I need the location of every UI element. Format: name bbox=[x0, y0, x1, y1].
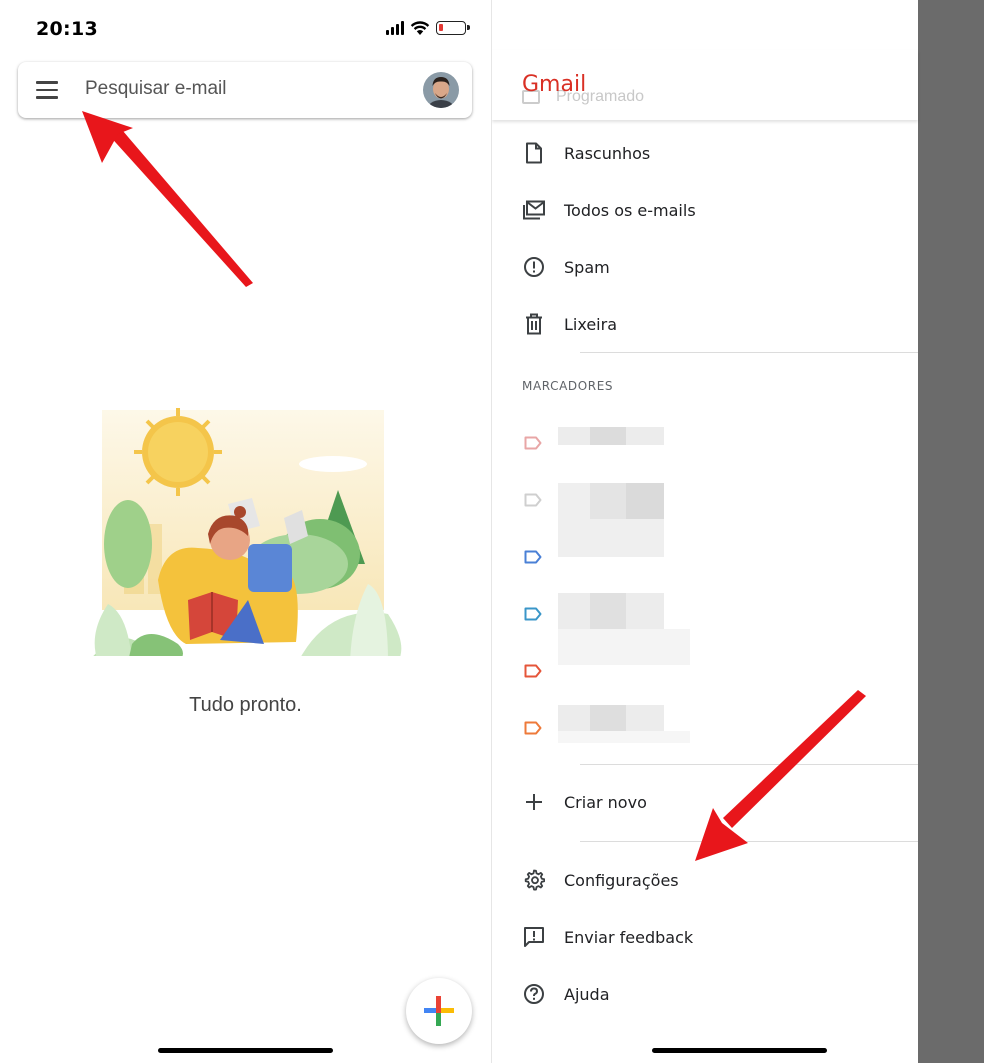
label-item[interactable] bbox=[492, 591, 918, 665]
gmail-logo: Gmail bbox=[522, 72, 587, 97]
drawer-divider bbox=[580, 764, 918, 765]
drawer-item-all-mail[interactable]: Todos os e-mails bbox=[492, 186, 918, 234]
cellular-signal-icon bbox=[386, 21, 404, 35]
label-item[interactable] bbox=[492, 705, 918, 751]
drawer-item-create-new[interactable]: Criar novo bbox=[492, 778, 918, 826]
compose-plus-icon bbox=[424, 996, 454, 1026]
empty-inbox-message: Tudo pronto. bbox=[189, 694, 302, 716]
drawer-item-settings[interactable]: Configurações bbox=[492, 856, 918, 904]
search-bar[interactable]: Pesquisar e-mail bbox=[18, 62, 472, 118]
label-item[interactable] bbox=[492, 648, 918, 694]
spam-icon bbox=[521, 254, 547, 280]
drawer-item-send-feedback[interactable]: Enviar feedback bbox=[492, 913, 918, 961]
label-item[interactable] bbox=[492, 477, 918, 557]
home-indicator bbox=[652, 1048, 827, 1053]
label-tag-icon bbox=[524, 436, 542, 450]
drawer-scrim[interactable] bbox=[918, 0, 984, 1063]
drawer-item-help[interactable]: Ajuda bbox=[492, 970, 918, 1018]
drawer-item-trash[interactable]: Lixeira bbox=[492, 300, 918, 348]
wifi-icon bbox=[410, 20, 430, 35]
menu-icon[interactable] bbox=[36, 78, 64, 102]
label-item[interactable] bbox=[492, 534, 918, 580]
status-icons bbox=[386, 18, 470, 38]
label-tag-icon bbox=[524, 493, 542, 507]
labels-section-title: MARCADORES bbox=[522, 379, 614, 393]
all-mail-icon bbox=[521, 197, 547, 223]
inbox-screen: 20:13 Pesquisar e-mail Tudo pronto. bbox=[0, 0, 491, 1063]
compose-button[interactable] bbox=[406, 978, 472, 1044]
drawer-divider bbox=[580, 841, 918, 842]
label-tag-icon bbox=[524, 664, 542, 678]
drawer-item-drafts[interactable]: Rascunhos bbox=[492, 129, 918, 177]
plus-icon bbox=[521, 789, 547, 815]
label-tag-icon bbox=[524, 721, 542, 735]
drawer-divider bbox=[580, 352, 918, 353]
label-tag-icon bbox=[524, 607, 542, 621]
feedback-icon bbox=[521, 924, 547, 950]
empty-inbox-illustration bbox=[88, 408, 408, 666]
status-time: 20:13 bbox=[36, 18, 98, 40]
account-avatar[interactable] bbox=[423, 72, 459, 108]
drawer-header: Programado Gmail bbox=[492, 50, 918, 120]
help-icon bbox=[521, 981, 547, 1007]
draft-icon bbox=[521, 140, 547, 166]
drawer-item-spam[interactable]: Spam bbox=[492, 243, 918, 291]
search-input[interactable]: Pesquisar e-mail bbox=[85, 78, 227, 100]
home-indicator bbox=[158, 1048, 333, 1053]
navigation-drawer-screen: Programado Gmail Rascunhos Todos os e-ma… bbox=[491, 0, 984, 1063]
navigation-drawer: Programado Gmail Rascunhos Todos os e-ma… bbox=[492, 0, 918, 1063]
label-tag-icon bbox=[524, 550, 542, 564]
label-item[interactable] bbox=[492, 420, 918, 466]
gear-icon bbox=[521, 867, 547, 893]
battery-icon bbox=[436, 21, 470, 35]
trash-icon bbox=[521, 311, 547, 337]
